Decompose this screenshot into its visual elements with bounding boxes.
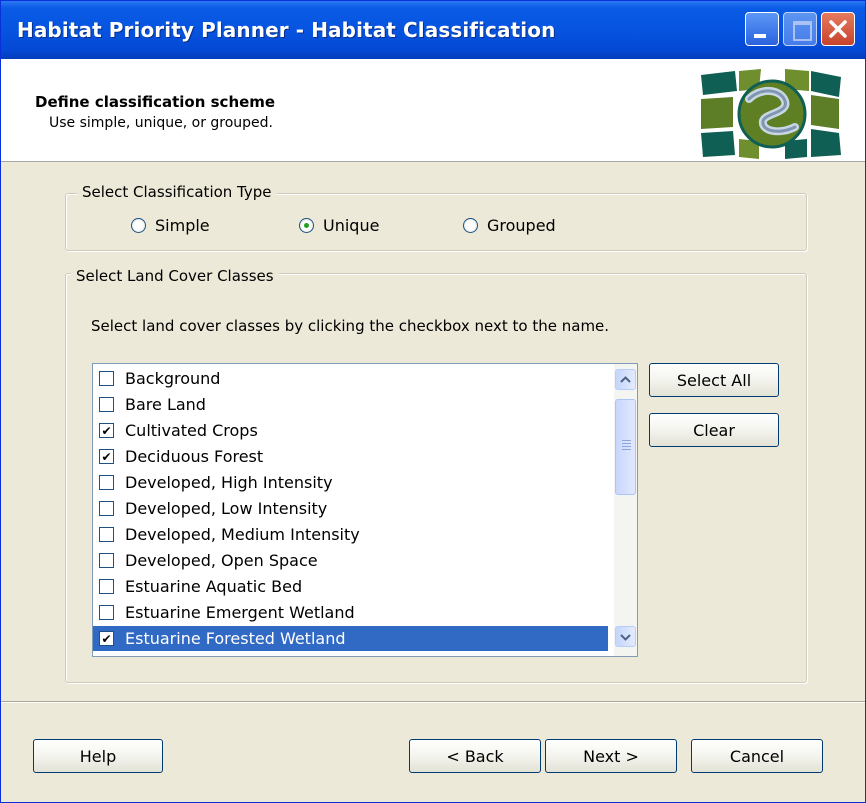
radio-unique-label: Unique <box>323 216 380 235</box>
title-bar[interactable]: Habitat Priority Planner - Habitat Class… <box>1 1 865 59</box>
clear-button[interactable]: Clear <box>649 413 779 447</box>
checkbox[interactable] <box>99 501 114 516</box>
list-item-label: Estuarine Forested Wetland <box>125 629 346 648</box>
land-cover-legend: Select Land Cover Classes <box>71 267 279 285</box>
page-title: Define classification scheme <box>35 93 276 111</box>
list-item-label: Developed, High Intensity <box>125 473 333 492</box>
checkbox[interactable] <box>99 579 114 594</box>
grip-line <box>622 449 631 450</box>
list-item-label: Cultivated Crops <box>125 421 258 440</box>
list-item-label: Background <box>125 369 221 388</box>
close-button[interactable] <box>821 12 855 46</box>
checkbox[interactable] <box>99 371 114 386</box>
checkbox-checked[interactable]: ✔ <box>99 423 114 438</box>
list-item[interactable]: ✔ Deciduous Forest <box>93 444 608 469</box>
list-item-label: Deciduous Forest <box>125 447 264 466</box>
radio-grouped-label: Grouped <box>487 216 556 235</box>
list-item-label: Developed, Low Intensity <box>125 499 328 518</box>
radio-unique[interactable]: Unique <box>299 216 379 235</box>
next-button[interactable]: Next > <box>545 739 677 773</box>
radio-grouped-circle[interactable] <box>463 218 478 233</box>
chevron-up-icon <box>620 375 631 383</box>
list-item-label: Developed, Open Space <box>125 551 318 570</box>
list-item[interactable]: Estuarine Emergent Wetland <box>93 600 608 625</box>
classification-type-legend: Select Classification Type <box>77 183 277 201</box>
cancel-button[interactable]: Cancel <box>691 739 823 773</box>
window-title: Habitat Priority Planner - Habitat Class… <box>17 18 556 42</box>
list-item[interactable]: Developed, Low Intensity <box>93 496 608 521</box>
habitat-logo-icon <box>701 69 841 159</box>
radio-grouped[interactable]: Grouped <box>463 216 556 235</box>
radio-unique-circle[interactable] <box>299 218 314 233</box>
chevron-down-icon <box>620 633 631 641</box>
maximize-icon <box>793 21 812 41</box>
scroll-down-button[interactable] <box>615 626 636 647</box>
checkbox[interactable] <box>99 475 114 490</box>
radio-simple[interactable]: Simple <box>131 216 210 235</box>
radio-simple-label: Simple <box>155 216 210 235</box>
list-item[interactable]: Developed, Medium Intensity <box>93 522 608 547</box>
back-button[interactable]: < Back <box>409 739 541 773</box>
footer-separator <box>1 701 865 703</box>
minimize-button[interactable] <box>745 12 779 46</box>
list-item[interactable]: Background <box>93 366 608 391</box>
list-item-label: Estuarine Aquatic Bed <box>125 577 303 596</box>
list-item[interactable]: ✔ Cultivated Crops <box>93 418 608 443</box>
minimize-icon <box>754 34 766 38</box>
grip-line <box>622 446 631 447</box>
list-item-label: Developed, Medium Intensity <box>125 525 360 544</box>
list-item[interactable]: Developed, High Intensity <box>93 470 608 495</box>
checkbox[interactable] <box>99 605 114 620</box>
wizard-window: Habitat Priority Planner - Habitat Class… <box>0 0 866 803</box>
list-item[interactable]: Bare Land <box>93 392 608 417</box>
grip-line <box>622 443 631 444</box>
checkbox-checked[interactable]: ✔ <box>99 631 114 646</box>
land-cover-list[interactable]: Background Bare Land ✔ Cultivated Crops … <box>92 363 638 657</box>
list-item-label: Bare Land <box>125 395 206 414</box>
help-button[interactable]: Help <box>33 739 163 773</box>
close-icon <box>829 20 847 38</box>
checkbox-checked[interactable]: ✔ <box>99 449 114 464</box>
page-subtitle: Use simple, unique, or grouped. <box>49 115 274 131</box>
maximize-button[interactable] <box>783 12 817 46</box>
radio-simple-circle[interactable] <box>131 218 146 233</box>
list-item[interactable]: Estuarine Aquatic Bed <box>93 574 608 599</box>
list-item-label: Estuarine Emergent Wetland <box>125 603 355 622</box>
list-item-selected[interactable]: ✔ Estuarine Forested Wetland <box>93 626 608 651</box>
scroll-up-button[interactable] <box>615 369 636 390</box>
select-all-button[interactable]: Select All <box>649 363 779 397</box>
checkbox[interactable] <box>99 397 114 412</box>
list-item[interactable]: Developed, Open Space <box>93 548 608 573</box>
scroll-thumb[interactable] <box>615 399 636 495</box>
land-cover-instruction: Select land cover classes by clicking th… <box>91 317 610 335</box>
vertical-scrollbar[interactable] <box>614 364 637 656</box>
grip-line <box>622 440 631 441</box>
checkbox[interactable] <box>99 527 114 542</box>
checkbox[interactable] <box>99 553 114 568</box>
